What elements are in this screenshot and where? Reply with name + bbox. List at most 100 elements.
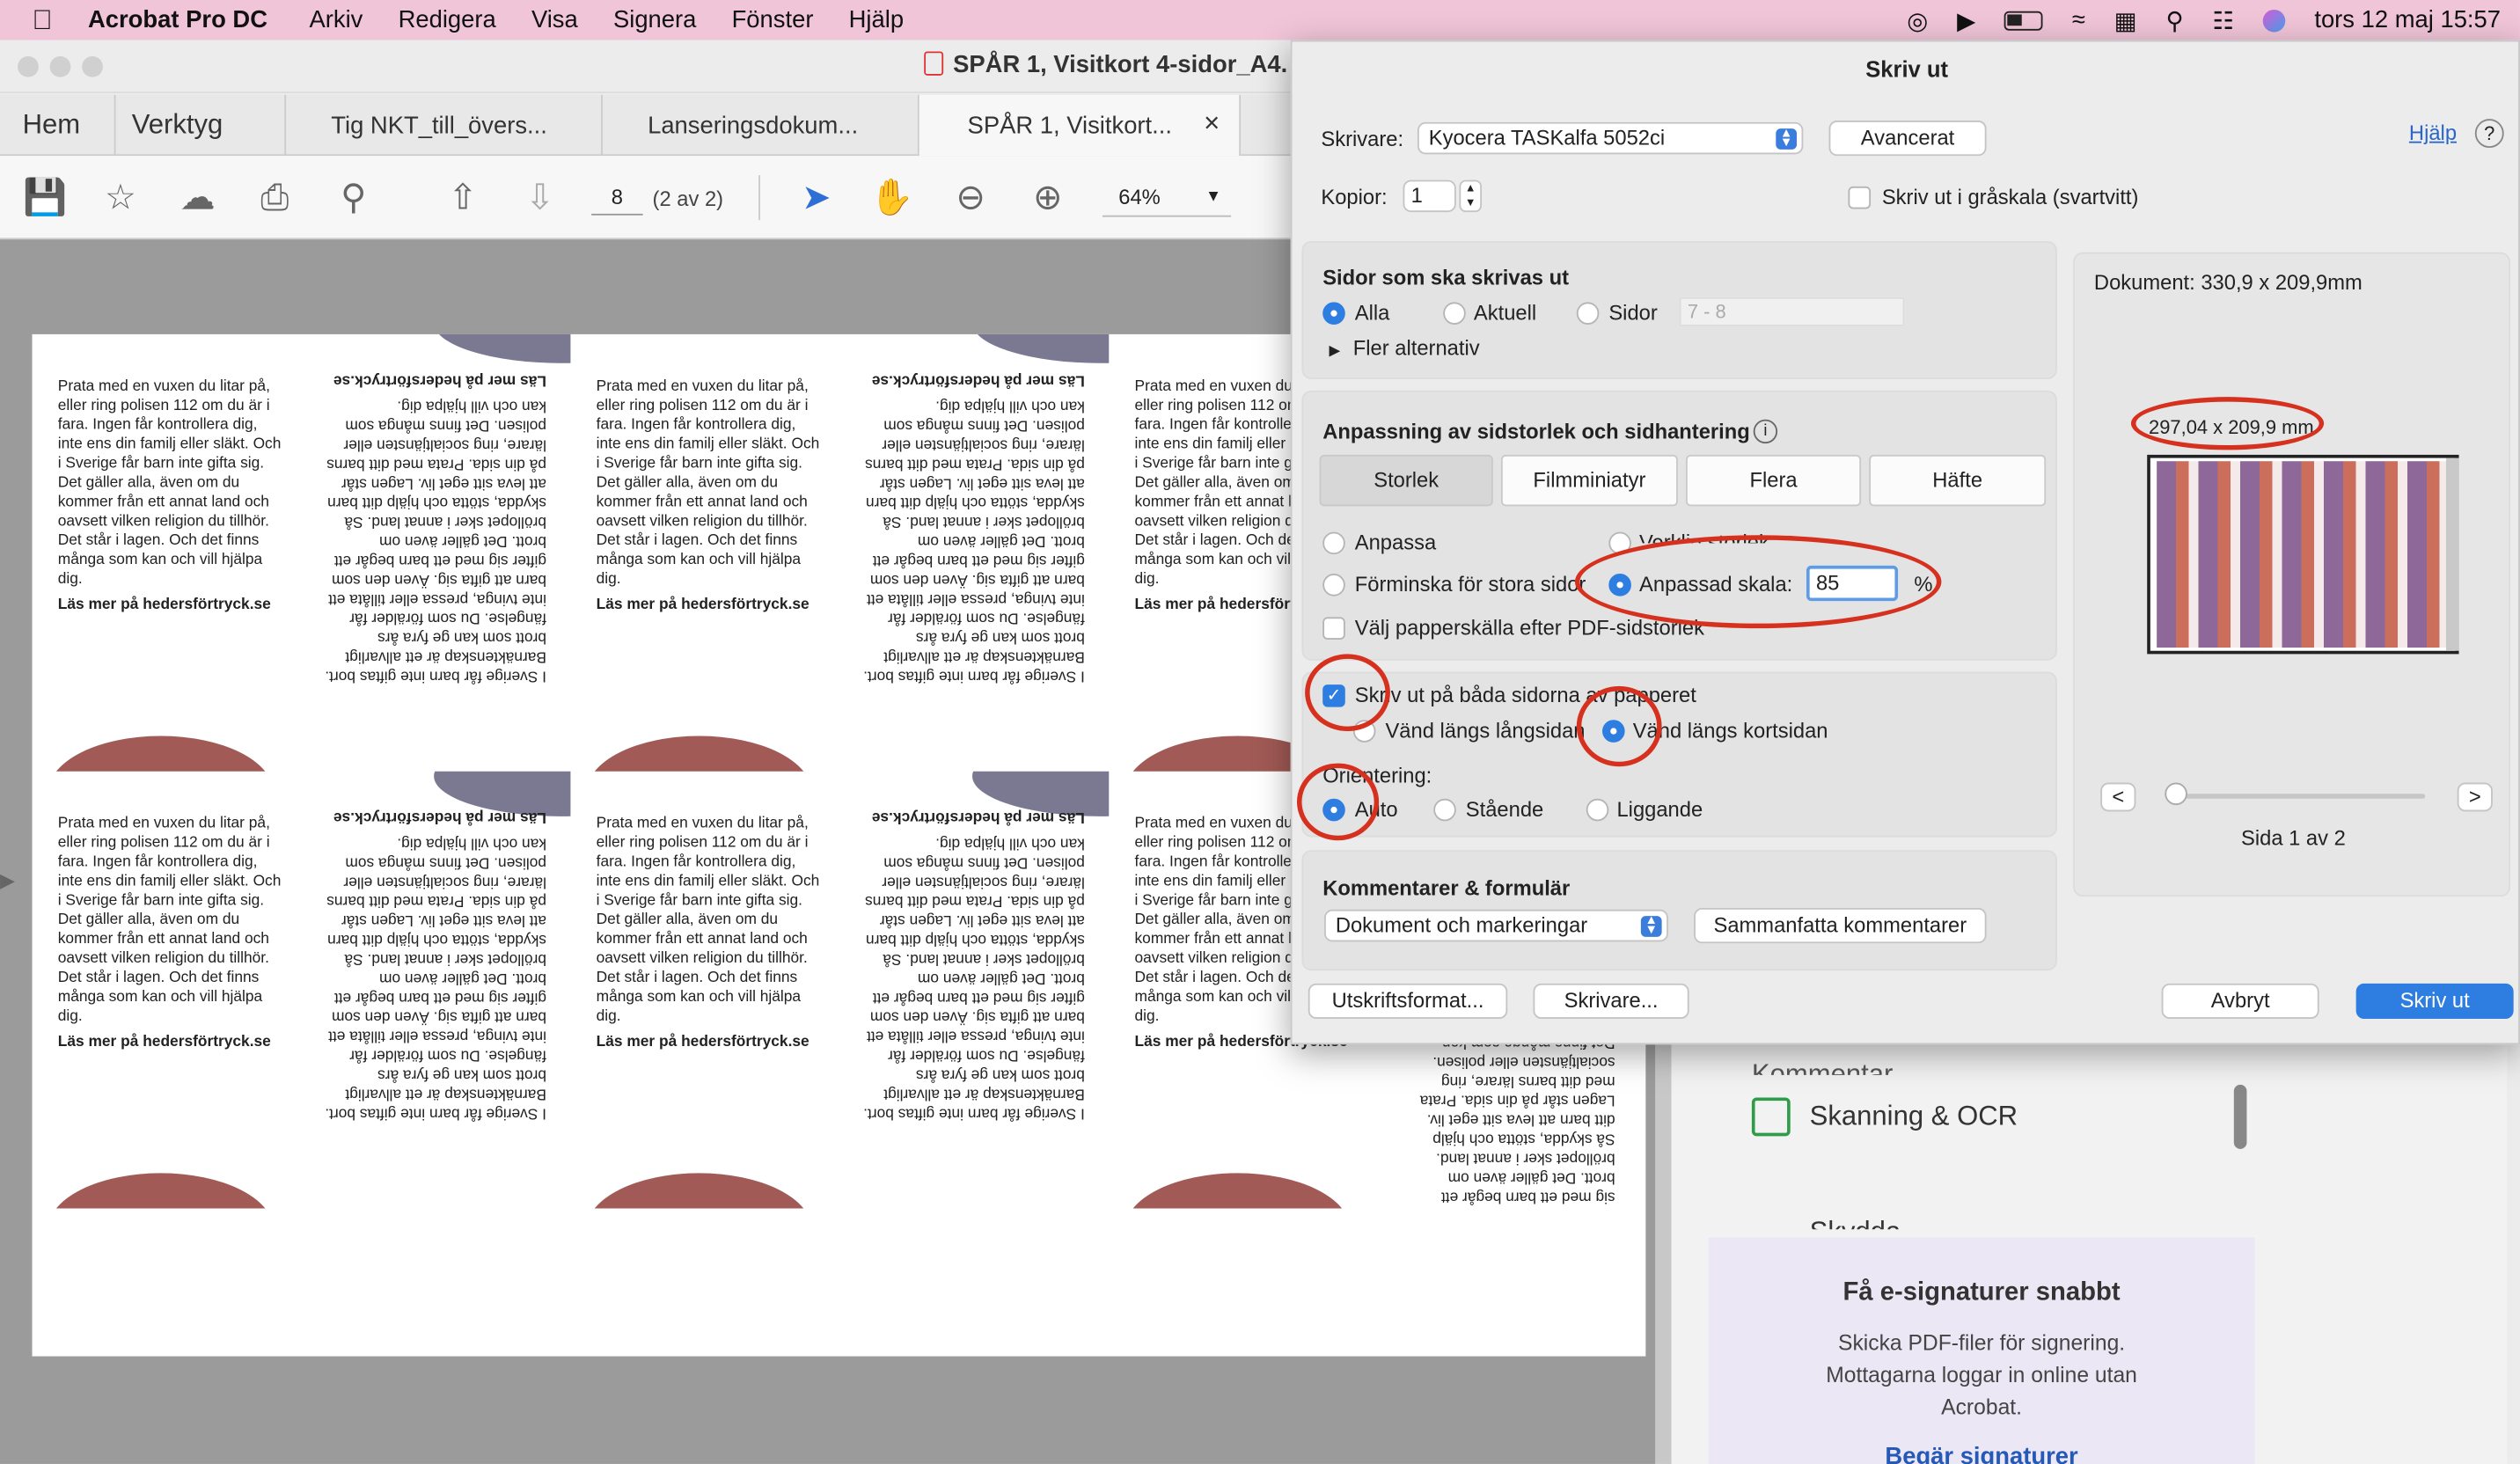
card-link: Läs mer på hedersförtryck.se [57,596,271,614]
select-arrow-icon[interactable]: ➤ [794,175,839,220]
fit-radio[interactable] [1322,531,1345,555]
preview-next-button[interactable]: > [2457,782,2493,812]
upload-cloud-icon[interactable]: ☁ [175,175,220,220]
battery-icon[interactable] [2004,10,2043,30]
preview-slider-thumb[interactable] [2165,782,2187,806]
card-body: Prata med en vuxen du litar på, eller ri… [596,377,820,589]
business-card: Prata med en vuxen du litar på, eller ri… [570,333,1110,772]
copies-input[interactable]: 1 [1403,179,1456,213]
save-icon[interactable]: 💾 [23,175,68,220]
play-icon[interactable]: ▶ [1957,5,1975,34]
page-setup-button[interactable]: Utskriftsformat... [1308,983,1508,1020]
menu-visa[interactable]: Visa [531,6,578,33]
comments-value: Dokument och markeringar [1335,912,1588,937]
card-decoration [586,1173,812,1209]
menu-redigera[interactable]: Redigera [399,6,496,33]
card-decoration [972,333,1110,363]
zoom-search-icon[interactable]: ⚲ [331,175,376,220]
annotation-circle [2130,397,2325,450]
request-signatures-link[interactable]: Begär signaturer [1709,1443,2255,1464]
tab-flera[interactable]: Flera [1685,454,1862,507]
pages-range-input[interactable]: 7 - 8 [1679,296,1905,326]
tab-hafte[interactable]: Häfte [1869,454,2047,507]
zoom-value: 64% [1118,185,1161,209]
star-icon[interactable]: ☆ [98,175,143,220]
tab-lanseringsdokument[interactable]: Lanseringsdokum... [603,94,919,157]
info-icon[interactable]: i [1753,419,1778,444]
zoom-select[interactable]: 64% ▼ [1102,179,1232,217]
menu-arkiv[interactable]: Arkiv [309,6,363,33]
tab-verktyg[interactable]: Verktyg [116,94,287,157]
zoom-in-icon[interactable]: ⊕ [1025,175,1070,220]
window-title: SPÅR 1, Visitkort 4-sidor_A4. [924,51,1287,78]
close-window-button[interactable] [18,55,39,77]
control-center-icon[interactable]: ☷ [2212,5,2234,34]
preview-margin [2445,458,2459,651]
pages-all-radio[interactable] [1322,302,1345,325]
page-up-icon[interactable]: ⇧ [440,175,485,220]
print-icon[interactable]: ⎙ [253,175,297,220]
summarize-comments-button[interactable]: Sammanfatta kommentarer [1694,907,1987,944]
tool-scan-ocr[interactable]: Skanning & OCR [1810,1101,2018,1133]
minimize-window-button[interactable] [49,55,71,77]
app-name[interactable]: Acrobat Pro DC [88,6,267,33]
menu-hjalp[interactable]: Hjälp [849,6,904,33]
business-card: Prata med en vuxen du litar på, eller ri… [33,771,571,1209]
zoom-out-icon[interactable]: ⊖ [949,175,993,220]
more-options-toggle[interactable]: ▶ Fler alternativ [1330,336,1480,360]
wifi-icon[interactable]: ≈ [2072,6,2085,33]
zoom-window-button[interactable] [82,55,103,77]
close-tab-icon[interactable]: × [1204,107,1220,140]
comments-select[interactable]: Dokument och markeringar ▲ ▼ [1324,909,1668,942]
chevron-down-icon: ▼ [1205,187,1222,206]
tab-spar1-visitkort[interactable]: SPÅR 1, Visitkort... × [919,94,1242,157]
paper-source-checkbox[interactable] [1322,617,1345,640]
tab-hem[interactable]: Hem [0,94,116,157]
preview-slider-track[interactable] [2174,794,2426,799]
pages-current-radio[interactable] [1443,302,1466,325]
clock[interactable]: tors 12 maj 15:57 [2314,6,2501,33]
pages-current-label: Aktuell [1473,300,1537,325]
printer-select[interactable]: Kyocera TASKalfa 5052ci ▲ ▼ [1417,121,1804,155]
tab-storlek[interactable]: Storlek [1319,454,1493,507]
advanced-button[interactable]: Avancerat [1828,120,1987,157]
cancel-button[interactable]: Avbryt [2161,983,2319,1020]
sizing-heading: Anpassning av sidstorlek och sidhanterin… [1322,419,1750,444]
orientation-landscape-radio[interactable] [1586,798,1609,822]
fit-label: Anpassa [1354,530,1437,555]
more-options-label: Fler alternativ [1352,335,1480,361]
tab-filmminiatyr[interactable]: Filmminiatyr [1500,454,1678,507]
card-decoration [434,333,571,363]
menu-signera[interactable]: Signera [613,6,696,33]
printer-button[interactable]: Skrivare... [1533,983,1689,1020]
window-title-text: SPÅR 1, Visitkort 4-sidor_A4. [953,51,1288,79]
copies-stepper[interactable]: ▲ ▼ [1459,179,1483,213]
shrink-radio[interactable] [1322,574,1345,597]
creative-cloud-icon[interactable]: ◎ [1907,5,1928,34]
hand-tool-icon[interactable]: ✋ [869,175,914,220]
disclosure-triangle-icon: ▶ [1329,342,1341,359]
left-panel-toggle-icon[interactable]: ▶ [0,869,23,902]
menu-fonster[interactable]: Fönster [732,6,814,33]
search-icon[interactable]: ⚲ [2165,5,2183,34]
card-link-rotated: Läs mer på hedersförtryck.se [871,808,1085,826]
help-icon[interactable]: ? [2474,119,2504,149]
page-number-input[interactable]: 8 [591,180,643,216]
help-link[interactable]: Hjälp [2409,121,2457,144]
card-decoration [48,1173,274,1209]
keyboard-icon[interactable]: ▦ [2114,5,2137,34]
tool-protect[interactable]: Skydda [1810,1217,1901,1230]
print-dialog: Skriv ut Skrivare: Kyocera TASKalfa 5052… [1290,40,2520,1045]
apple-icon[interactable]:  [33,4,53,37]
grayscale-checkbox[interactable] [1848,186,1872,209]
siri-icon[interactable] [2262,9,2286,32]
print-button[interactable]: Skriv ut [2355,983,2514,1020]
tab-tig-nkt[interactable]: Tig NKT_till_övers... [286,94,603,157]
pages-all-label: Alla [1354,300,1390,325]
pages-range-radio[interactable] [1576,302,1600,325]
orientation-portrait-radio[interactable] [1433,798,1456,822]
preview-prev-button[interactable]: < [2100,782,2136,812]
tool-comment[interactable]: Kommentar [1752,1059,1894,1075]
tools-scrollbar[interactable] [2233,1084,2247,1149]
page-down-icon[interactable]: ⇩ [517,175,562,220]
